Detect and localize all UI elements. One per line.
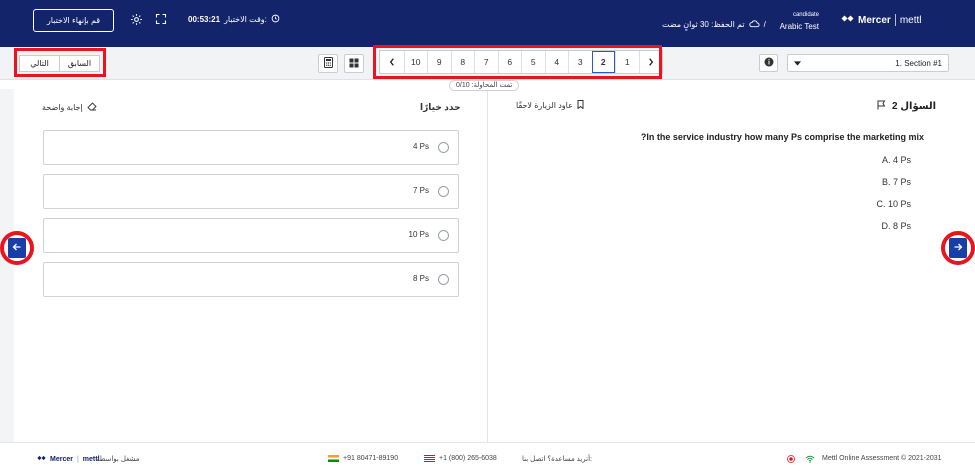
answer-option-text: 8 Ps (412, 274, 429, 283)
question-number: السؤال 2 (877, 100, 936, 113)
answer-radio[interactable] (438, 142, 449, 153)
test-timer: 00:53:21 وقت الاختبار: (188, 14, 280, 25)
calculator-button[interactable] (318, 54, 338, 73)
answer-option[interactable]: 8 Ps (43, 262, 459, 297)
clear-answer-label: إجابة واضحة (42, 103, 83, 112)
answer-option[interactable]: 7 Ps (43, 174, 459, 209)
pane-divider (487, 89, 488, 442)
footer-us-phone[interactable]: +1 (800) 265-6038 (424, 455, 497, 462)
highlight-box-pager (373, 45, 662, 79)
footer-brand: Mercer | mettl (37, 455, 100, 463)
page-footer: Mercer | mettl مشغل بواسطة +91 80471-891… (0, 442, 975, 472)
answer-option[interactable]: 4 Ps (43, 130, 459, 165)
timer-label: وقت الاختبار: (224, 15, 267, 24)
logo-sub: mettl (899, 14, 922, 26)
answer-radio[interactable] (438, 230, 449, 241)
eraser-icon (87, 102, 97, 113)
footer-copyright: Mettl Online Assessment © 2021-2031 (822, 455, 942, 462)
india-flag-icon (328, 455, 339, 462)
info-icon (764, 57, 774, 69)
chevron-down-icon (794, 59, 801, 68)
left-side-strip (0, 89, 14, 442)
record-icon (787, 455, 795, 465)
save-status-text: تم الحفظ: 30 ثوانٍ مضت (662, 20, 745, 29)
fullscreen-icon[interactable] (154, 12, 168, 26)
mercer-logo-icon (37, 455, 46, 463)
answer-option-text: 7 Ps (412, 186, 429, 195)
wifi-icon (805, 455, 815, 465)
footer-india-phone[interactable]: +91 80471-89190 (328, 455, 398, 462)
revisit-later-label: عاود الزيارة لاحقًا (516, 101, 573, 110)
highlight-circle-left (0, 231, 34, 265)
us-flag-icon (424, 455, 435, 462)
info-button[interactable] (759, 54, 778, 72)
us-phone-text: +1 (800) 265-6038 (439, 455, 497, 462)
mercer-mettl-logo: Mercer mettl (841, 14, 921, 26)
answer-option-text: 4 Ps (412, 142, 429, 151)
question-choice: C. 10 Ps (876, 199, 911, 209)
answer-option-text: 10 Ps (408, 230, 429, 239)
timer-value: 00:53:21 (188, 15, 221, 24)
clock-icon (271, 14, 280, 25)
breadcrumb-separator: / (763, 20, 766, 29)
india-phone-text: +91 80471-89190 (343, 455, 399, 462)
highlight-circle-right (941, 231, 975, 265)
calculator-icon (323, 57, 333, 70)
footer-logo-text: Mercer (50, 455, 73, 463)
question-choice: B. 7 Ps (881, 177, 911, 187)
gear-icon[interactable] (129, 12, 143, 26)
test-name: Arabic Test (779, 22, 819, 31)
end-test-button[interactable]: قم بإنهاء الاختبار (33, 9, 114, 32)
save-status: تم الحفظ: 30 ثوانٍ مضت / (662, 19, 766, 30)
bookmark-icon (577, 100, 584, 111)
answer-option[interactable]: 10 Ps (43, 218, 459, 253)
question-choice: D. 8 Ps (881, 221, 911, 231)
grid-view-button[interactable] (344, 54, 364, 73)
revisit-later-button[interactable]: عاود الزيارة لاحقًا (516, 100, 584, 111)
top-header: قم بإنهاء الاختبار 00:53:21 وقت الاختبار… (0, 0, 975, 47)
footer-powered-by: مشغل بواسطة (96, 456, 140, 463)
candidate-info: candidate Arabic Test (779, 10, 819, 32)
cloud-icon (748, 19, 760, 30)
footer-status-icons (787, 455, 815, 465)
attempted-badge: تمت المحاولة: 0/10 (449, 80, 520, 91)
mercer-logo-icon (841, 14, 854, 26)
highlight-box-prev-next (14, 48, 106, 77)
section-dropdown[interactable]: 1. Section #1 (787, 54, 949, 72)
question-choice: A. 4 Ps (881, 155, 911, 165)
footer-logo-divider: | (76, 455, 79, 463)
flag-icon[interactable] (877, 100, 886, 113)
grid-icon (349, 58, 359, 70)
section-dropdown-value: 1. Section #1 (895, 58, 942, 68)
answer-radio[interactable] (438, 274, 449, 285)
question-number-label: السؤال 2 (892, 101, 937, 112)
logo-divider (894, 14, 896, 26)
candidate-role: candidate (792, 12, 819, 18)
choose-option-label: حدد خيارًا (420, 102, 461, 112)
answer-radio[interactable] (438, 186, 449, 197)
logo-text: Mercer (858, 14, 891, 26)
clear-answer-button[interactable]: إجابة واضحة (42, 102, 97, 113)
footer-help-text: أتريد مساعدة؟ اتصل بنا: (522, 456, 592, 463)
question-text: In the service industry how many Ps comp… (640, 132, 924, 142)
